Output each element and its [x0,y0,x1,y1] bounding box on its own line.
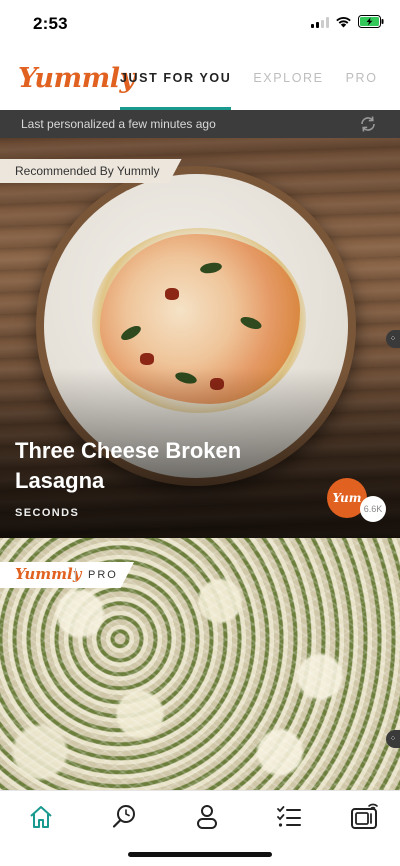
pro-badge-text: PRO [88,569,118,581]
home-indicator[interactable] [128,852,272,857]
yummly-logo[interactable]: Yummly [18,63,135,94]
home-icon[interactable] [25,801,57,833]
smart-appliance-icon[interactable] [349,801,381,833]
status-time: 2:53 [33,14,68,33]
tab-pro[interactable]: PRO [346,48,378,110]
tab-just-for-you[interactable]: JUST FOR YOU [120,48,232,110]
personalization-bar: Last personalized a few minutes ago [0,110,400,138]
wifi-icon [335,16,352,28]
recipe-title[interactable]: Three Cheese Broken Lasagna [15,436,275,496]
tomato-piece [140,353,154,365]
yum-count: 6.6K [360,496,386,522]
recommended-badge: Recommended By Yummly [0,159,182,183]
pro-badge-divider [75,568,76,582]
recipe-card-pro[interactable]: Yummly PRO ⁘ [0,538,400,790]
profile-icon[interactable] [191,801,223,833]
app-header: Yummly JUST FOR YOU EXPLORE PRO [0,48,400,110]
more-options-icon[interactable]: ⁘ [386,730,400,748]
status-icons [311,15,384,28]
cellular-signal-icon [311,16,329,28]
recipe-source[interactable]: SECONDS [15,507,79,519]
battery-charging-icon [358,15,384,28]
status-bar: 2:53 [0,0,400,48]
checklist-icon[interactable] [273,801,305,833]
top-tabs: JUST FOR YOU EXPLORE PRO [120,48,400,110]
more-options-icon[interactable]: ⁘ [386,330,400,348]
pro-badge-logo: Yummly [15,565,82,583]
pro-badge: Yummly PRO [0,562,134,588]
tab-explore[interactable]: EXPLORE [253,48,323,110]
refresh-icon[interactable] [358,114,378,139]
personalization-text: Last personalized a few minutes ago [21,117,216,131]
tomato-piece [165,288,179,300]
recipe-card-lasagna[interactable]: Recommended By Yummly Three Cheese Broke… [0,138,400,538]
search-icon[interactable] [108,801,140,833]
